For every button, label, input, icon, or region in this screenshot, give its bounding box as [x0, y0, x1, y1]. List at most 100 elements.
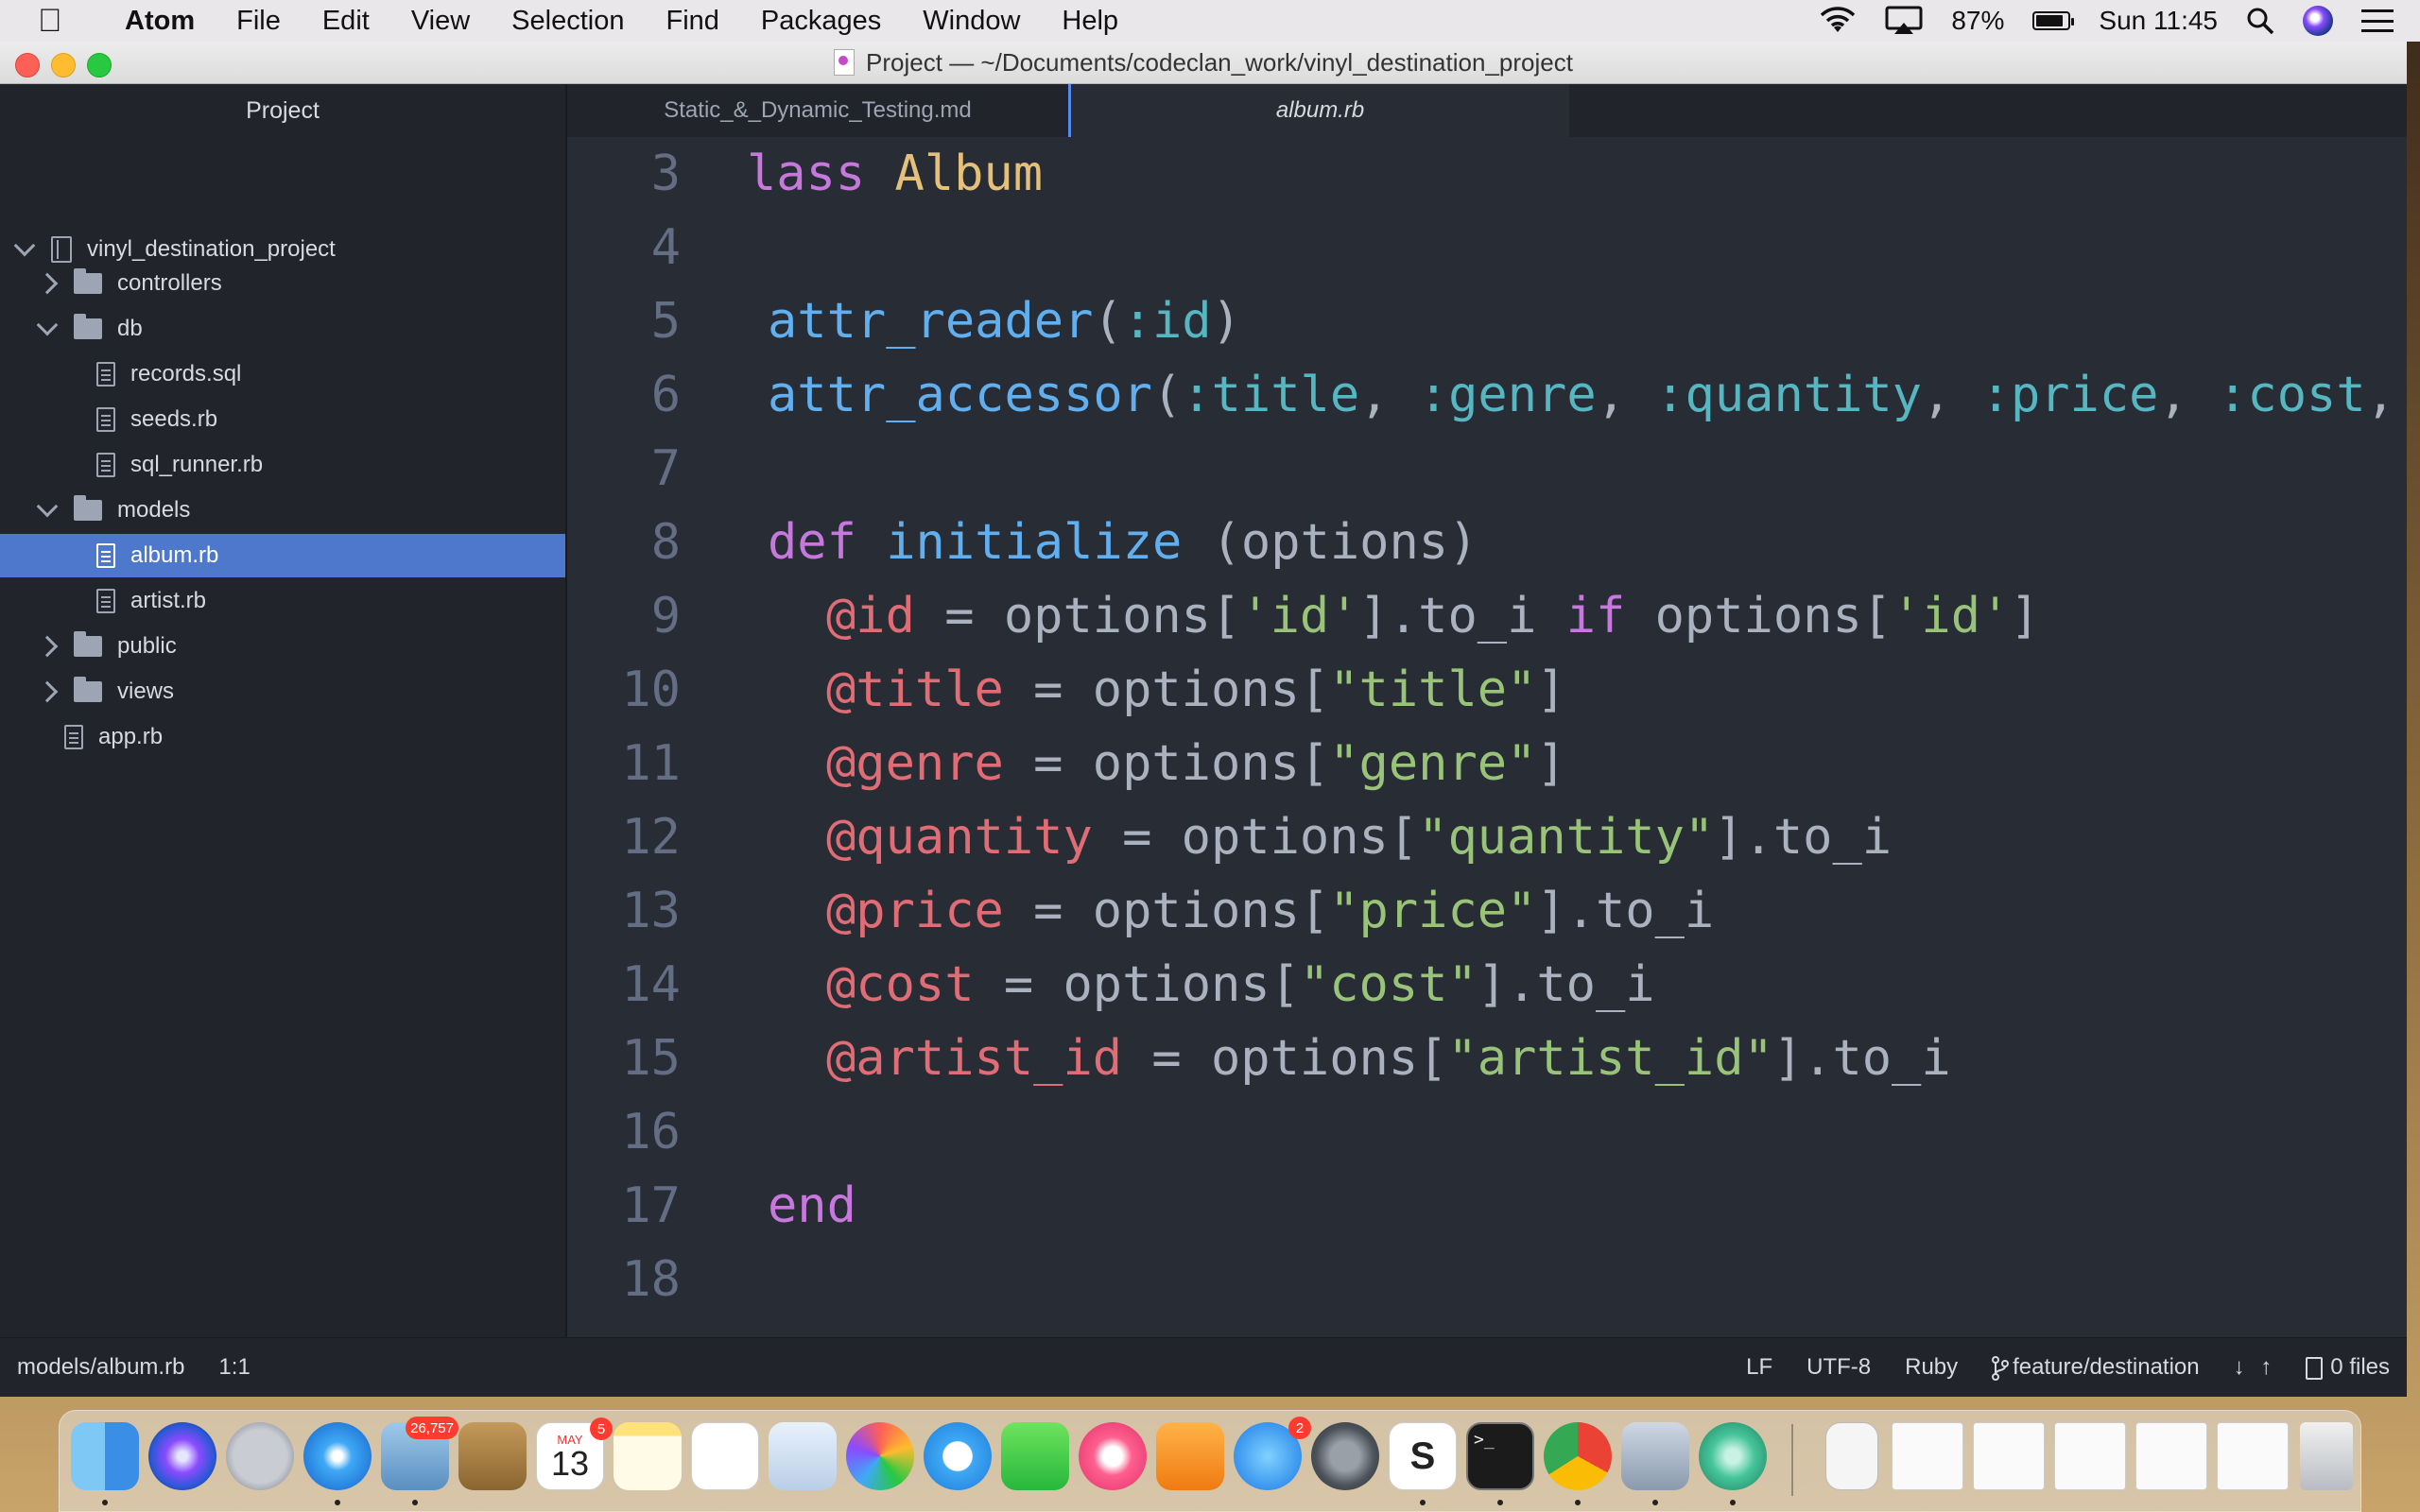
system-preferences-icon[interactable]	[1311, 1422, 1379, 1490]
close-window-button[interactable]	[15, 53, 40, 77]
preview-icon[interactable]	[769, 1422, 837, 1490]
image-capture-icon[interactable]	[1621, 1422, 1689, 1490]
zoom-window-button[interactable]	[87, 53, 112, 77]
menu-app-atom[interactable]: Atom	[125, 6, 195, 37]
trash-icon[interactable]	[2300, 1422, 2353, 1490]
code-line: 4	[567, 211, 2407, 284]
messages-icon[interactable]	[924, 1422, 992, 1490]
menu-help[interactable]: Help	[1062, 6, 1118, 37]
code-line: 15 @artist_id = options["artist_id"].to_…	[567, 1022, 2407, 1095]
menu-edit[interactable]: Edit	[322, 6, 370, 37]
status-cursor-position[interactable]: 1:1	[218, 1354, 250, 1381]
tree-item-sql-runner-rb[interactable]: sql_runner.rb	[0, 443, 565, 487]
tree-item-controllers[interactable]: controllers	[0, 262, 565, 305]
dock-separator	[1791, 1424, 1793, 1496]
tree-item-public[interactable]: public	[0, 625, 565, 668]
status-file-path[interactable]: models/album.rb	[17, 1354, 184, 1381]
apple-menu-icon[interactable]: 	[38, 3, 87, 40]
contacts-icon[interactable]	[458, 1422, 527, 1490]
atom-icon[interactable]	[1699, 1422, 1767, 1490]
notes-icon[interactable]	[614, 1422, 682, 1490]
menu-bar:  Atom File Edit View Selection Find Pac…	[0, 0, 2420, 42]
reminders-icon[interactable]	[691, 1422, 759, 1490]
itunes-icon[interactable]	[1079, 1422, 1147, 1490]
siri-dock-icon[interactable]	[148, 1422, 216, 1490]
status-git-fetch[interactable]: ↓ ↑	[2234, 1354, 2273, 1381]
status-line-ending[interactable]: LF	[1746, 1354, 1772, 1381]
calendar-icon[interactable]: MAY 13 5	[536, 1418, 613, 1490]
ibooks-icon[interactable]	[1156, 1422, 1224, 1490]
menu-packages[interactable]: Packages	[761, 6, 881, 37]
window-titlebar[interactable]: Project — ~/Documents/codeclan_work/viny…	[0, 42, 2407, 84]
terminal-icon[interactable]: >_	[1466, 1422, 1534, 1490]
facetime-icon[interactable]	[1001, 1422, 1069, 1490]
git-branch-icon	[1992, 1355, 2010, 1381]
tree-item-app-rb[interactable]: app.rb	[0, 715, 565, 759]
token-ivar: @quantity	[826, 809, 1093, 866]
zip-archive-icon[interactable]	[1825, 1422, 1878, 1490]
status-encoding[interactable]: UTF-8	[1806, 1354, 1871, 1381]
spotlight-search-icon[interactable]	[2246, 7, 2274, 35]
tree-item-artist-rb[interactable]: artist.rb	[0, 579, 565, 623]
status-github-files[interactable]: 0 files	[2306, 1354, 2390, 1381]
notification-center-icon[interactable]	[2361, 9, 2394, 32]
minimize-window-button[interactable]	[51, 53, 76, 77]
tab-album-rb[interactable]: album.rb	[1068, 84, 1569, 137]
minimized-window-thumbnail[interactable]	[1973, 1422, 2045, 1490]
slack-icon[interactable]: S	[1389, 1422, 1457, 1490]
minimized-window-thumbnail[interactable]	[2217, 1422, 2289, 1490]
tree-item-album-rb[interactable]: album.rb	[0, 534, 565, 577]
running-indicator	[1652, 1500, 1658, 1505]
token-string: "price"	[1329, 883, 1537, 939]
tree-item-db[interactable]: db	[0, 307, 565, 351]
file-icon	[96, 407, 115, 432]
code-editor[interactable]: 3 lass Album 4 5 attr_reader(:id) 6 attr…	[567, 137, 2407, 1337]
minimized-window-thumbnail[interactable]	[2135, 1422, 2207, 1490]
app-store-icon[interactable]: 2	[1234, 1417, 1311, 1490]
token-plain: = options[	[1092, 809, 1419, 866]
photos-icon[interactable]	[846, 1422, 914, 1490]
tree-item-views[interactable]: views	[0, 670, 565, 713]
minimized-window-thumbnail[interactable]	[2054, 1422, 2126, 1490]
menu-file[interactable]: File	[236, 6, 281, 37]
tree-item-seeds-rb[interactable]: seeds.rb	[0, 398, 565, 441]
terminal-prompt: >_	[1474, 1430, 1495, 1450]
token-ivar: @cost	[826, 956, 975, 1013]
minimized-window-thumbnail[interactable]	[1892, 1422, 1963, 1490]
token-punct: ,	[1359, 367, 1419, 423]
tree-item-models[interactable]: models	[0, 489, 565, 532]
clock[interactable]: Sun 11:45	[2099, 6, 2218, 36]
menu-selection[interactable]: Selection	[511, 6, 624, 37]
tree-item-records-sql[interactable]: records.sql	[0, 352, 565, 396]
token-keyword: end	[768, 1177, 856, 1234]
tab-static-dynamic-testing[interactable]: Static_&_Dynamic_Testing.md	[567, 84, 1068, 137]
finder-icon[interactable]	[71, 1422, 139, 1490]
menu-find[interactable]: Find	[666, 6, 718, 37]
file-icon	[96, 362, 115, 387]
line-number: 11	[621, 735, 681, 792]
token-plain: options[	[1625, 588, 1893, 644]
chrome-icon[interactable]	[1544, 1422, 1612, 1490]
tree-item-label: public	[117, 633, 177, 659]
token-plain: ]	[1536, 662, 1566, 718]
mail-icon[interactable]: 26,757	[381, 1417, 458, 1490]
code-line: 5 attr_reader(:id)	[567, 284, 2407, 358]
status-branch-name: feature/destination	[2013, 1354, 2200, 1380]
launchpad-icon[interactable]	[226, 1422, 294, 1490]
siri-icon[interactable]	[2303, 6, 2333, 36]
status-grammar[interactable]: Ruby	[1905, 1354, 1958, 1381]
tree-item-label: app.rb	[98, 724, 164, 749]
chevron-down-icon	[13, 234, 36, 257]
project-proxy-icon[interactable]	[834, 49, 856, 76]
folder-icon	[74, 631, 102, 657]
menu-view[interactable]: View	[411, 6, 470, 37]
menu-window[interactable]: Window	[923, 6, 1020, 37]
battery-icon[interactable]	[2032, 11, 2075, 30]
status-branch[interactable]: feature/destination	[1992, 1354, 2200, 1381]
airplay-icon[interactable]	[1885, 6, 1923, 36]
wifi-icon[interactable]	[1819, 7, 1857, 35]
tree-view-header[interactable]: Project	[0, 84, 565, 137]
line-number: 13	[621, 883, 681, 939]
diff-files-icon	[2306, 1356, 2324, 1380]
safari-icon[interactable]	[303, 1422, 372, 1490]
